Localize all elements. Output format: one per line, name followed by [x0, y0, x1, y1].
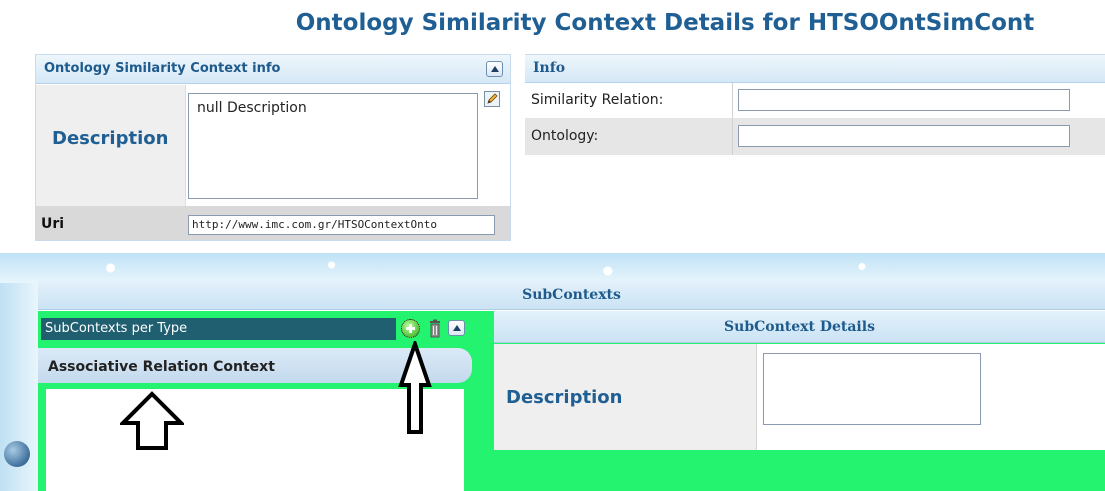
subcontexts-header: SubContexts — [38, 281, 1105, 310]
trash-icon[interactable] — [429, 319, 441, 338]
context-info-panel: Ontology Similarity Context info Descrip… — [35, 54, 511, 241]
info-header: Info — [525, 55, 1105, 83]
row-divider — [732, 119, 733, 155]
up-arrow-icon — [120, 391, 184, 450]
chevron-up-icon[interactable] — [486, 61, 503, 77]
pencil-edit-icon[interactable] — [484, 91, 500, 107]
frost-banner — [0, 253, 1105, 283]
info-title: Info — [533, 60, 566, 76]
ontology-field[interactable] — [738, 125, 1070, 147]
description-label: Description — [52, 128, 169, 149]
subcontexts-title: SubContexts — [522, 287, 621, 303]
description-label-cell: Description — [36, 85, 186, 206]
subcontext-description-textarea[interactable] — [763, 353, 981, 425]
subcontext-details-header: SubContext Details — [494, 311, 1105, 343]
subcontext-details-panel: SubContext Details Description — [474, 311, 1105, 491]
globe-icon — [4, 441, 30, 467]
subcontext-details-title: SubContext Details — [724, 319, 875, 335]
row-divider — [732, 83, 733, 118]
subcontext-details-body: Description — [494, 344, 1105, 450]
up-arrow-icon — [398, 341, 432, 434]
ontology-row: Ontology: — [525, 119, 1105, 155]
similarity-relation-field[interactable] — [738, 89, 1070, 111]
plus-circle-icon[interactable] — [401, 319, 420, 338]
chevron-up-icon[interactable] — [448, 320, 465, 336]
uri-label: Uri — [41, 216, 65, 232]
subcontexts-list-panel: SubContexts per Type Associative Relatio… — [38, 311, 474, 491]
uri-row: Uri http://www.imc.com.gr/HTSOContextOnt… — [36, 206, 510, 240]
tab-label: Associative Relation Context — [48, 359, 275, 375]
uri-input[interactable]: http://www.imc.com.gr/HTSOContextOnto — [188, 215, 495, 235]
subcontext-description-label: Description — [506, 387, 623, 408]
subcontext-description-label-cell: Description — [494, 344, 757, 450]
page-title: Ontology Similarity Context Details for … — [295, 10, 1035, 36]
context-info-title: Ontology Similarity Context info — [44, 61, 281, 76]
context-info-header: Ontology Similarity Context info — [36, 55, 510, 84]
info-panel: Info Similarity Relation: Ontology: — [525, 54, 1105, 156]
subcontexts-type-select[interactable]: SubContexts per Type — [41, 318, 396, 340]
similarity-relation-row: Similarity Relation: — [525, 83, 1105, 119]
description-textarea[interactable]: null Description — [188, 93, 478, 199]
ontology-label: Ontology: — [531, 128, 599, 144]
similarity-relation-label: Similarity Relation: — [531, 92, 664, 108]
